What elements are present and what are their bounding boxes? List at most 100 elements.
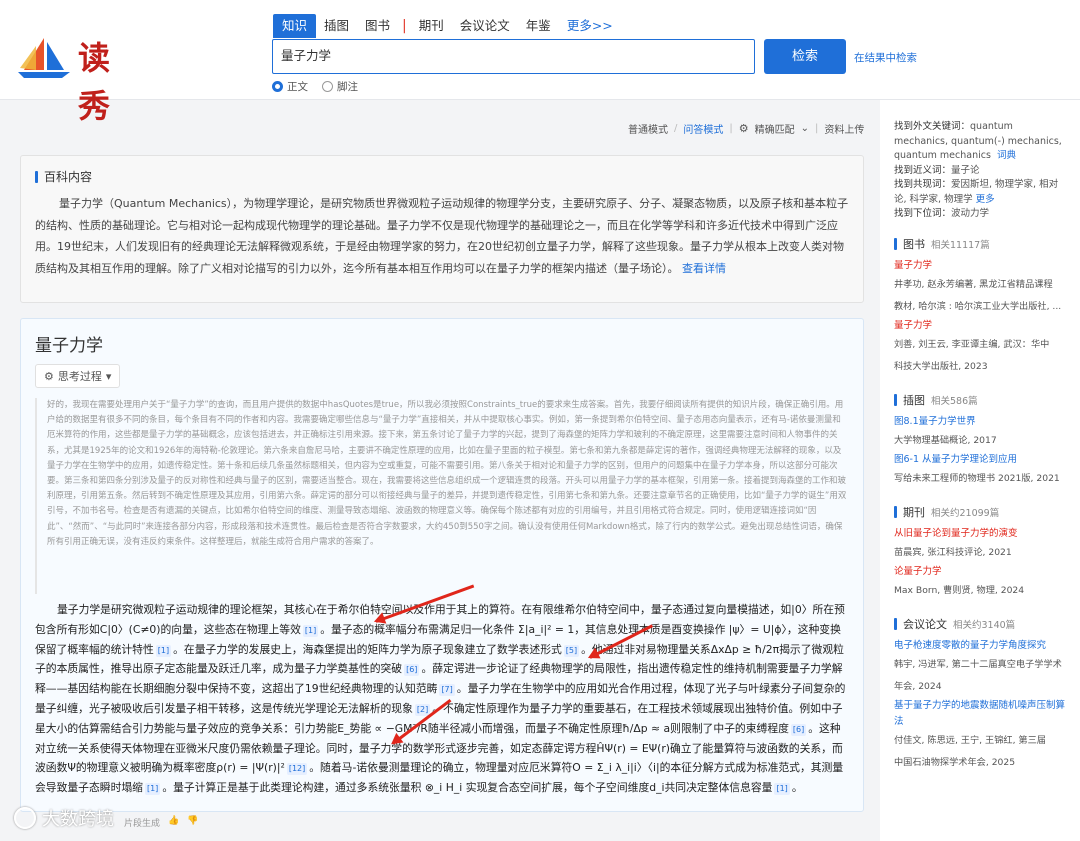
thumbs-down-icon[interactable]: 👎	[187, 816, 198, 829]
result-item-title[interactable]: 论量子力学	[894, 564, 1068, 580]
answer-segment: 。量子计算正是基于此类理论构建，通过多系统张量积 ⊗_i H_i 实现复合态空间…	[162, 781, 773, 795]
sidebar-section: 图书 相关11117篇 量子力学 井孝功, 赵永芳编著, 黑龙江省精品课程 教材, 哈尔…	[894, 236, 1068, 378]
citation-link[interactable]: [6]	[790, 723, 807, 736]
related-value[interactable]: 量子论	[951, 165, 980, 176]
tab-conference[interactable]: 会议论文	[452, 14, 518, 38]
thinking-process-text: 好的，我现在需要处理用户关于“量子力学”的查询，而且用户提供的数据中hasQuo…	[35, 398, 849, 594]
citation-link[interactable]: [12]	[286, 763, 308, 776]
view-details-link[interactable]: 查看详情	[682, 262, 726, 275]
related-label: 找到近义词：	[894, 164, 952, 176]
result-item-title[interactable]: 电子枪速度零散的量子力学角度探究	[894, 638, 1068, 654]
logo[interactable]: 读秀	[16, 34, 136, 125]
scope-radio-group: 正文 脚注	[272, 79, 372, 94]
match-mode-dropdown[interactable]: 精确匹配	[755, 121, 795, 136]
radio-footnote[interactable]	[322, 81, 333, 92]
result-item-meta: 大学物理基础概论, 2017	[894, 434, 997, 446]
result-item-title[interactable]: 图8.1量子力学世界	[894, 414, 1068, 430]
watermark-text: 大数跨境	[42, 809, 114, 830]
result-item-title[interactable]: 量子力学	[894, 318, 1068, 334]
mode-separator: |	[729, 123, 733, 134]
tab-illustration[interactable]: 插图	[316, 14, 357, 38]
header: 读秀 知识 插图 图书 | 期刊 会议论文 年鉴 更多>> 量子力学 检索 在结…	[0, 0, 1080, 125]
caret-down-icon: ▾	[105, 369, 112, 383]
sidebar: 找到外文关键词：quantum mechanics, quantum(-) me…	[880, 100, 1080, 841]
accent-bar	[894, 237, 897, 250]
section-title: 会议论文 相关约3140篇	[894, 616, 1068, 632]
ai-answer-card: 量子力学 ⚙ 思考过程 ▾ 好的，我现在需要处理用户关于“量子力学”的查询，而且…	[20, 318, 864, 812]
citation-link[interactable]: [7]	[439, 684, 455, 697]
citation-link[interactable]: [1]	[302, 624, 319, 637]
mode-bar: 普通模式 / 问答模式 | ⚙ 精确匹配 ⌄ | 资料上传	[628, 121, 864, 136]
encyclopedia-title: 百科内容	[35, 168, 849, 185]
more-link[interactable]: 更多	[976, 194, 995, 205]
result-item-meta: 中国石油物探学术年会, 2025	[894, 756, 1016, 768]
radio-footnote-label: 脚注	[337, 81, 358, 93]
upload-link[interactable]: 资料上传	[824, 121, 864, 136]
tab-journals[interactable]: 期刊	[411, 14, 452, 38]
tab-books[interactable]: 图书	[357, 14, 398, 38]
result-item-meta: 苗晨宾, 张江科技评论, 2021	[894, 546, 1012, 558]
citation-link[interactable]: [1]	[155, 644, 172, 657]
citation-link[interactable]: [6]	[404, 664, 420, 677]
chevron-down-icon: ⌄	[800, 123, 810, 134]
tab-knowledge[interactable]: 知识	[273, 14, 317, 38]
thinking-label: 思考过程	[57, 370, 102, 383]
section-title: 插图 相关586篇	[894, 392, 1068, 408]
result-item-title[interactable]: 从旧量子论到量子力学的演变	[894, 526, 1068, 542]
radio-body-text[interactable]	[272, 81, 283, 92]
search-within-link[interactable]: 在结果中检索	[854, 50, 917, 65]
footer-label: 片段生成	[124, 819, 161, 829]
answer-segment: 。在量子力学的发展史上，海森堡提出的矩阵力学为原子现象建立了数学表述形式	[173, 642, 562, 656]
result-item-meta: 付佳文, 陈思远, 王宁, 王锦红, 第三届	[894, 734, 1046, 746]
settings-icon: ⚙	[738, 122, 749, 135]
related-value[interactable]: 波动力学	[951, 208, 989, 219]
related-cooccurrence: 找到共现词：爱因斯坦, 物理学家, 相对论, 科学家, 物理学 更多	[894, 178, 1068, 207]
section-title-text[interactable]: 图书	[903, 236, 925, 252]
citation-link[interactable]: [5]	[563, 644, 580, 657]
answer-footer: 片段生成 👍 👎	[124, 816, 198, 829]
section-count: 相关586篇	[931, 395, 978, 407]
search-type-tabs: 知识 插图 图书 | 期刊 会议论文 年鉴 更多>>	[273, 14, 621, 38]
tab-yearbook[interactable]: 年鉴	[518, 14, 559, 38]
section-count: 相关约21099篇	[931, 507, 1000, 519]
related-label: 找到下位词：	[894, 208, 952, 219]
related-synonyms: 找到近义词：量子论	[894, 164, 1068, 179]
result-item-title[interactable]: 基于量子力学的地震数据随机噪声压制算法	[894, 698, 1068, 730]
search-button[interactable]: 检索	[764, 39, 846, 74]
qa-mode-link[interactable]: 问答模式	[683, 121, 723, 136]
section-title: 图书 相关11117篇	[894, 236, 1068, 252]
answer-body: 量子力学是研究微观粒子运动规律的理论框架，其核心在于希尔伯特空间以及作用于其上的…	[35, 603, 846, 796]
section-title-text[interactable]: 期刊	[903, 504, 925, 520]
accent-bar	[894, 393, 897, 406]
result-item-meta: 教材, 哈尔滨 : 哈尔滨工业大学出版社, ...	[894, 300, 1062, 312]
citation-link[interactable]: [1]	[774, 783, 790, 796]
section-title-text[interactable]: 会议论文	[903, 616, 947, 632]
normal-mode-link[interactable]: 普通模式	[628, 121, 668, 136]
result-item-meta: Max Born, 曹则贤, 物理, 2024	[894, 584, 1025, 596]
dictionary-link[interactable]: 词典	[997, 150, 1016, 161]
result-item-title[interactable]: 量子力学	[894, 258, 1068, 274]
related-foreign-keywords: 找到外文关键词：quantum mechanics, quantum(-) me…	[894, 120, 1068, 164]
section-title: 期刊 相关约21099篇	[894, 504, 1068, 520]
tab-more[interactable]: 更多>>	[559, 14, 621, 38]
accent-bar	[894, 617, 897, 630]
radio-body-text-label: 正文	[287, 81, 308, 93]
encyclopedia-title-text: 百科内容	[44, 170, 93, 184]
result-sections: 图书 相关11117篇 量子力学 井孝功, 赵永芳编著, 黑龙江省精品课程 教材, 哈尔…	[894, 236, 1068, 774]
related-terms: 找到外文关键词：quantum mechanics, quantum(-) me…	[894, 120, 1068, 222]
sidebar-section: 插图 相关586篇 图8.1量子力学世界 大学物理基础概论, 2017 图6-1 从量子…	[894, 392, 1068, 490]
result-item-title[interactable]: 图6-1 从量子力学理论到应用	[894, 452, 1068, 468]
result-item-meta: 写给未来工程师的物理书 2021版, 2021	[894, 472, 1060, 484]
search-input[interactable]: 量子力学	[272, 39, 755, 74]
sidebar-section: 会议论文 相关约3140篇 电子枪速度零散的量子力学角度探究 韩宇, 冯进军, 第二十…	[894, 616, 1068, 774]
related-hyponyms: 找到下位词：波动力学	[894, 207, 1068, 222]
encyclopedia-body: 量子力学（Quantum Mechanics），为物理学理论，是研究物质世界微观…	[35, 193, 849, 279]
sailboat-logo-icon	[18, 38, 70, 78]
accent-bar	[894, 505, 897, 518]
thinking-process-toggle[interactable]: ⚙ 思考过程 ▾	[35, 364, 121, 388]
citation-link[interactable]: [1]	[144, 783, 161, 796]
section-title-text[interactable]: 插图	[903, 392, 925, 408]
logo-text: 读秀	[78, 39, 113, 125]
thumbs-up-icon[interactable]: 👍	[168, 816, 179, 829]
section-count: 相关11117篇	[931, 239, 990, 251]
